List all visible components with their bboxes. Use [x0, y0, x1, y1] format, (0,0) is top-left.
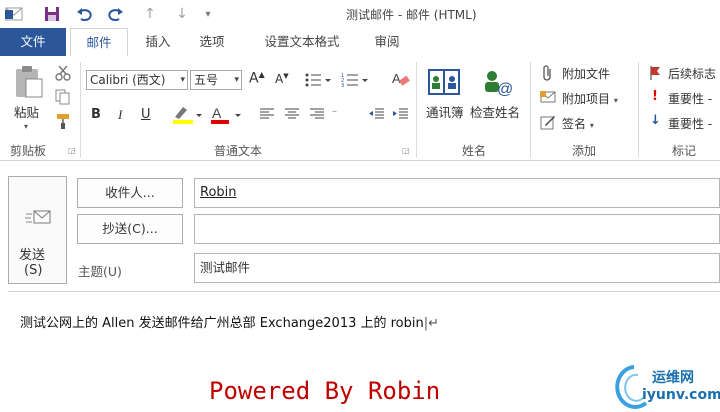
high-importance-icon: !: [652, 89, 658, 104]
bullets-icon[interactable]: [304, 70, 332, 90]
tab-review[interactable]: 审阅: [364, 28, 410, 56]
group-label-include: 添加: [572, 144, 597, 158]
group-divider: [638, 62, 639, 158]
recipient-robin[interactable]: Robin: [200, 185, 237, 200]
shrink-font-label: A: [275, 72, 284, 86]
underline-button[interactable]: U: [141, 107, 151, 122]
down-arrow-icon[interactable]: ↓: [172, 4, 192, 24]
address-book-icon[interactable]: [426, 66, 462, 98]
attach-item-icon: [540, 89, 556, 105]
basic-text-launcher-icon[interactable]: ◲: [402, 146, 410, 155]
window-title: 测试邮件 - 邮件 (HTML): [346, 8, 477, 22]
clear-formatting-icon[interactable]: A: [390, 68, 412, 90]
group-divider: [416, 62, 417, 158]
align-right-icon[interactable]: [308, 106, 326, 122]
logo-cn-text: 运维网: [652, 370, 694, 386]
cc-field[interactable]: [194, 214, 720, 244]
undo-icon[interactable]: [74, 4, 94, 24]
font-name-select[interactable]: Calibri (西文) ▾: [86, 70, 188, 90]
tab-format-text[interactable]: 设置文本格式: [252, 28, 352, 56]
high-importance-button[interactable]: 重要性 -: [668, 90, 712, 107]
group-label-basic-text: 普通文本: [214, 144, 263, 158]
italic-button[interactable]: I: [118, 107, 122, 123]
subject-field[interactable]: 测试邮件: [194, 253, 720, 283]
group-divider: [530, 62, 531, 158]
customize-icon[interactable]: ▾: [198, 4, 218, 24]
flag-icon: [648, 65, 662, 81]
chevron-down-icon: ▾: [234, 75, 239, 85]
subject-label: 主题(U): [78, 264, 122, 279]
send-shortcut-label: (S): [24, 263, 43, 278]
watermark-text: Powered By Robin: [209, 377, 441, 405]
address-book-button[interactable]: 通讯簿: [426, 102, 464, 121]
decrease-indent-icon[interactable]: [368, 106, 386, 122]
cc-button[interactable]: 抄送(C)...: [77, 214, 183, 244]
signature-label: 签名: [562, 117, 587, 131]
font-size-value: 五号: [194, 73, 219, 87]
ribbon-tabs: 文件 邮件 插入 选项 设置文本格式 审阅: [0, 28, 720, 57]
body-text-content: 测试公网上的 Allen 发送邮件给广州总部 Exchange2013 上的 r…: [20, 316, 424, 331]
svg-text:@: @: [497, 81, 513, 97]
signature-button[interactable]: 签名 ▾: [562, 115, 594, 132]
check-names-button[interactable]: 检查姓名: [470, 102, 520, 121]
up-arrow-icon[interactable]: ↑: [140, 4, 160, 24]
outlook-app-icon[interactable]: [4, 4, 24, 24]
clipboard-launcher-icon[interactable]: ◲: [68, 146, 76, 155]
save-icon[interactable]: [42, 4, 62, 24]
group-label-clipboard: 剪贴板: [10, 144, 47, 158]
grow-font-label: A: [249, 70, 259, 87]
group-label-names: 姓名: [462, 144, 487, 158]
numbering-icon[interactable]: 123: [340, 70, 370, 90]
chevron-down-icon: ▾: [180, 75, 185, 85]
tab-mail[interactable]: 邮件: [70, 28, 128, 57]
font-name-value: Calibri (西文): [90, 73, 166, 87]
title-bar: ↑ ↓ ▾ 测试邮件 - 邮件 (HTML): [0, 0, 720, 28]
logo-en-text: iyunv.com: [642, 387, 720, 403]
attach-file-button[interactable]: 附加文件: [562, 65, 610, 82]
attach-item-button[interactable]: 附加项目 ▾: [562, 90, 618, 107]
align-left-icon[interactable]: [258, 106, 276, 122]
increase-indent-icon[interactable]: [392, 106, 410, 122]
send-button[interactable]: 发送 (S): [8, 176, 67, 284]
group-divider: [80, 62, 81, 158]
paperclip-icon: [540, 65, 556, 81]
send-label: 发送: [19, 248, 46, 263]
format-painter-icon[interactable]: [54, 112, 72, 130]
follow-up-button[interactable]: 后续标志: [668, 65, 716, 82]
group-label-tags: 标记: [672, 144, 697, 158]
highlight-icon[interactable]: [170, 104, 204, 126]
svg-text:A: A: [392, 71, 401, 86]
copy-icon[interactable]: [54, 88, 72, 106]
site-logo: 运维网 iyunv.com: [612, 363, 720, 411]
compose-area: 发送 (S) 收件人... Robin 抄送(C)... 主题(U) 测试邮件 …: [0, 161, 720, 412]
body-text: 测试公网上的 Allen 发送邮件给广州总部 Exchange2013 上的 r…: [20, 312, 439, 331]
cut-icon[interactable]: [54, 64, 72, 82]
tab-file[interactable]: 文件: [0, 28, 66, 56]
align-more-dash: –: [332, 106, 337, 117]
to-button[interactable]: 收件人...: [77, 178, 183, 208]
to-field[interactable]: Robin: [194, 178, 720, 208]
redo-icon[interactable]: [106, 4, 126, 24]
align-center-icon[interactable]: [283, 106, 301, 122]
font-size-select[interactable]: 五号 ▾: [190, 70, 242, 90]
bold-button[interactable]: B: [91, 107, 101, 122]
check-names-icon[interactable]: @: [480, 66, 516, 98]
grow-font-button[interactable]: A▲: [249, 70, 265, 87]
send-envelope-icon: [24, 207, 52, 227]
svg-text:3: 3: [341, 83, 344, 88]
low-importance-icon: ↓: [650, 113, 661, 128]
signature-icon: [540, 114, 556, 130]
paste-icon[interactable]: [10, 64, 46, 100]
tab-options[interactable]: 选项: [190, 28, 234, 56]
shrink-font-button[interactable]: A▼: [275, 72, 289, 86]
text-cursor: |↵: [423, 316, 440, 331]
tab-insert[interactable]: 插入: [136, 28, 180, 56]
ribbon: 粘贴 ▾ 剪贴板 ◲ Calibri (西文) ▾ 五号 ▾ A▲ A▼ 123…: [0, 56, 720, 161]
paste-dropdown[interactable]: ▾: [24, 118, 28, 132]
attach-item-label: 附加项目: [562, 92, 611, 106]
font-color-icon[interactable]: A: [208, 104, 244, 126]
svg-text:A: A: [212, 105, 222, 121]
low-importance-button[interactable]: 重要性 -: [668, 115, 712, 132]
